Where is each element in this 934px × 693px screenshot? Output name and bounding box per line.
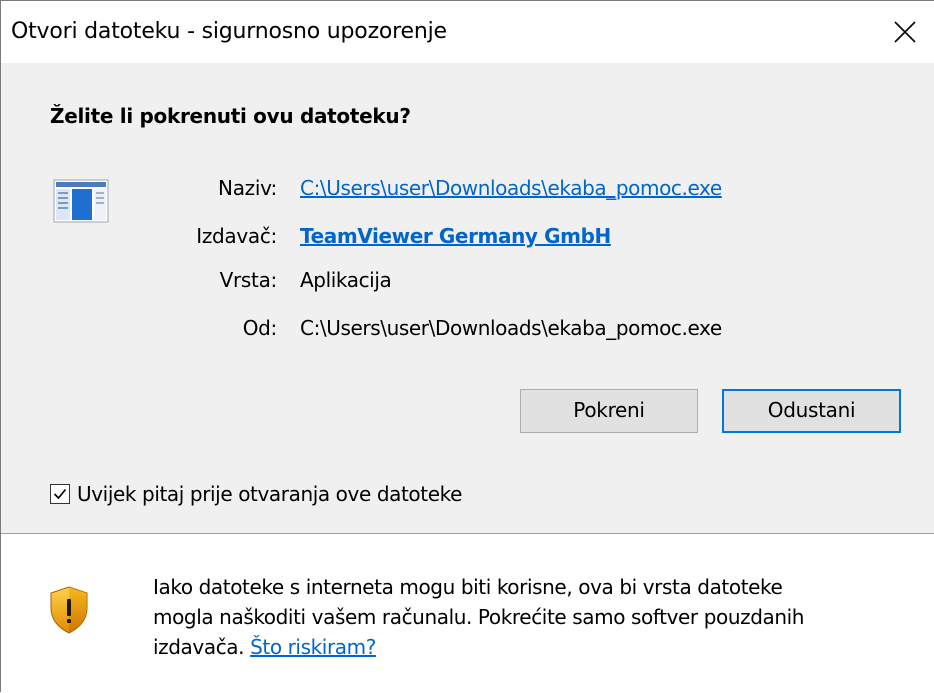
warning-footer: Iako datoteke s interneta mogu biti kori…	[1, 534, 934, 693]
from-label: Od:	[242, 316, 278, 340]
type-label: Vrsta:	[219, 268, 278, 292]
warning-line-3: izdavača. Što riskiram?	[153, 632, 913, 662]
warning-line-3-prefix: izdavača.	[153, 635, 245, 659]
cancel-button[interactable]: Odustani	[722, 389, 901, 433]
always-ask-checkbox[interactable]	[50, 484, 70, 504]
what-is-the-risk-link[interactable]: Što riskiram?	[250, 635, 376, 659]
dialog-content: Želite li pokrenuti ovu datoteku? Naziv:…	[1, 63, 934, 533]
check-icon	[53, 488, 67, 500]
close-icon	[894, 21, 916, 43]
publisher-link[interactable]: TeamViewer Germany GmbH	[300, 224, 611, 248]
warning-line-2: mogla naškoditi vašem računalu. Pokrećit…	[153, 605, 805, 629]
name-link[interactable]: C:\Users\user\Downloads\ekaba_pomoc.exe	[300, 176, 722, 200]
close-button[interactable]	[872, 1, 934, 63]
publisher-label: Izdavač:	[196, 224, 277, 248]
warning-message: Iako datoteke s interneta mogu biti kori…	[153, 572, 913, 662]
warning-shield-icon	[49, 586, 89, 634]
from-value: C:\Users\user\Downloads\ekaba_pomoc.exe	[300, 316, 722, 340]
title-bar: Otvori datoteku - sigurnosno upozorenje	[1, 1, 934, 63]
question-heading: Želite li pokrenuti ovu datoteku?	[50, 104, 411, 128]
type-value: Aplikacija	[300, 268, 392, 292]
name-label: Naziv:	[218, 176, 277, 200]
dialog-title: Otvori datoteku - sigurnosno upozorenje	[11, 19, 447, 44]
run-button[interactable]: Pokreni	[520, 389, 698, 433]
security-warning-dialog: Otvori datoteku - sigurnosno upozorenje …	[0, 0, 934, 693]
always-ask-label[interactable]: Uvijek pitaj prije otvaranja ove datotek…	[77, 482, 462, 506]
warning-line-1: Iako datoteke s interneta mogu biti kori…	[153, 575, 783, 599]
